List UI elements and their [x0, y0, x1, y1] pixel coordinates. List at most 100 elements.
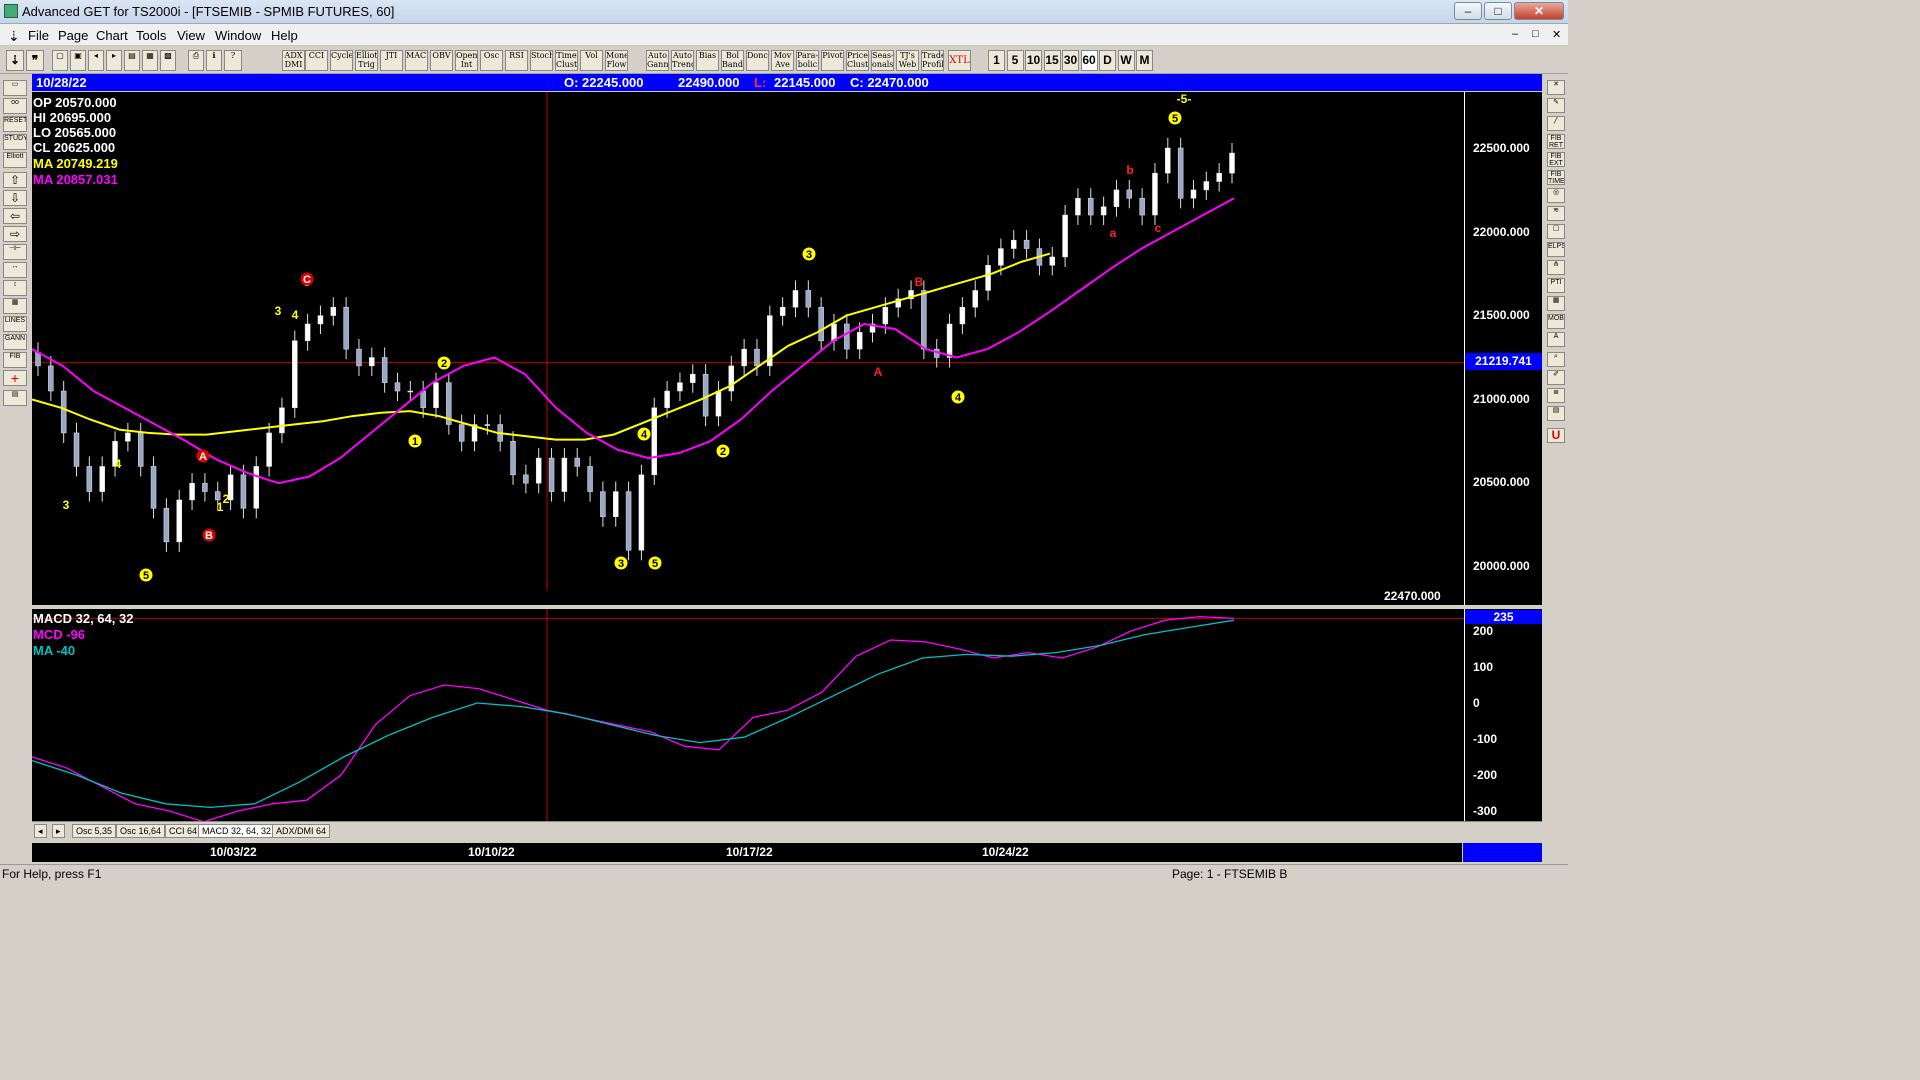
price-chart-canvas[interactable]: 345AB12345C2134523AB4abc-5-5: [32, 92, 1464, 605]
study-button-seas-onals[interactable]: Seas- onals: [871, 50, 894, 71]
mdi-app-icon[interactable]: ⇣: [8, 28, 20, 45]
circle-icon[interactable]: ◎: [1547, 188, 1565, 203]
menu-page[interactable]: Page: [58, 28, 88, 43]
mdi-minimize-button[interactable]: –: [1512, 28, 1518, 40]
mob-button[interactable]: MOB: [1547, 314, 1565, 329]
expand-vertical-icon[interactable]: ↕: [3, 280, 27, 296]
tab-macd[interactable]: MACD 32, 64, 32: [198, 824, 276, 838]
fib-time-button[interactable]: FIB TIME: [1547, 170, 1565, 185]
study-button-tj-s-web[interactable]: TJ's Web: [896, 50, 919, 71]
notes-icon[interactable]: ▤: [1547, 406, 1565, 421]
pitchfork-icon[interactable]: ⋔: [1547, 260, 1565, 275]
list-icon[interactable]: ≣: [1547, 388, 1565, 403]
interval-button-m[interactable]: M: [1136, 50, 1153, 71]
study-button-price-clust[interactable]: Price Clust: [846, 50, 869, 71]
reset-button[interactable]: RESET: [3, 116, 27, 132]
print-icon[interactable]: ⎙: [188, 50, 204, 71]
compress-icon[interactable]: ⊣⊢: [3, 244, 27, 260]
study-button-bias[interactable]: Bias: [696, 50, 719, 71]
study-button-xtl[interactable]: XTL: [948, 50, 971, 71]
tab-osc-16-64[interactable]: Osc 16,64: [116, 824, 166, 838]
tab-scroll-left-icon[interactable]: ◂: [34, 824, 47, 838]
pencil-icon[interactable]: ✎: [1547, 98, 1565, 113]
new-page-icon[interactable]: ▢: [52, 50, 68, 71]
interval-button-1[interactable]: 1: [988, 50, 1005, 71]
fib-ext-button[interactable]: FIB EXT: [1547, 152, 1565, 167]
arrow-down-icon[interactable]: ⇩: [3, 190, 27, 206]
study-button-adx-dmi[interactable]: ADX DMI: [282, 50, 305, 71]
ellipse-icon[interactable]: ELPS: [1547, 242, 1565, 257]
grid-icon[interactable]: ▦: [142, 50, 158, 71]
scroll-left-icon[interactable]: ◂: [88, 50, 104, 71]
study-button-para-bolic[interactable]: Para- bolic: [796, 50, 819, 71]
study-button-macd[interactable]: MACD: [405, 50, 428, 71]
tab-cci-64[interactable]: CCI 64: [165, 824, 202, 838]
arrow-up-icon[interactable]: ⇧: [3, 172, 27, 188]
study-button-vol[interactable]: Vol: [580, 50, 603, 71]
study-button-pivot[interactable]: Pivot: [821, 50, 844, 71]
menu-chart[interactable]: Chart: [96, 28, 128, 43]
fib-button[interactable]: FIB: [3, 352, 27, 368]
study-button[interactable]: STUDY: [3, 134, 27, 150]
interval-button-60[interactable]: 60: [1080, 50, 1098, 71]
study-button-trade-profile[interactable]: Trade Profile: [921, 50, 944, 71]
pti-button[interactable]: PTI: [1547, 278, 1565, 293]
study-button-obv[interactable]: OBV: [430, 50, 453, 71]
properties-icon[interactable]: ▤: [3, 390, 27, 406]
menu-file[interactable]: File: [28, 28, 49, 43]
context-help-icon[interactable]: ?: [224, 50, 242, 71]
study-button-elliott-trig[interactable]: Elliott Trig: [355, 50, 378, 71]
interval-button-10[interactable]: 10: [1025, 50, 1042, 71]
menu-help[interactable]: Help: [271, 28, 298, 43]
interval-button-w[interactable]: W: [1117, 50, 1135, 71]
undo-icon[interactable]: U: [1547, 428, 1565, 443]
minimize-button[interactable]: –: [1454, 2, 1482, 20]
menu-window[interactable]: Window: [215, 28, 261, 43]
pointer-tool-icon[interactable]: ⇣: [6, 50, 24, 71]
interval-button-15[interactable]: 15: [1043, 50, 1061, 71]
info-icon[interactable]: ℹ: [206, 50, 222, 71]
expand-horizontal-icon[interactable]: ↔: [3, 262, 27, 278]
close-button[interactable]: ✕: [1514, 2, 1564, 20]
study-button-auto-trend[interactable]: Auto Trend: [671, 50, 694, 71]
study-button-rsi[interactable]: RSI: [505, 50, 528, 71]
expand-icon[interactable]: ▤: [124, 50, 140, 71]
grid-small-icon[interactable]: ▦: [1547, 296, 1565, 311]
box-icon[interactable]: ▢: [1547, 224, 1565, 239]
interval-button-5[interactable]: 5: [1006, 50, 1024, 71]
zoom-icon[interactable]: ▩: [160, 50, 176, 71]
magnify-icon[interactable]: ⌕: [1547, 352, 1565, 367]
tab-adx-dmi[interactable]: ADX/DMI 64: [272, 824, 331, 838]
study-button-donch[interactable]: Donch: [746, 50, 769, 71]
menu-view[interactable]: View: [177, 28, 205, 43]
text-tool-icon[interactable]: A: [1547, 332, 1565, 347]
open-folder-icon[interactable]: ▭: [3, 80, 27, 96]
quote-tool-icon[interactable]: ❞: [26, 50, 44, 71]
study-button-jti[interactable]: JTI: [380, 50, 403, 71]
fib-ret-button[interactable]: FIB RET: [1547, 134, 1565, 149]
study-button-stoch[interactable]: Stoch: [530, 50, 553, 71]
mdi-close-button[interactable]: ✕: [1552, 28, 1561, 41]
copy-icon[interactable]: ▣: [70, 50, 86, 71]
tab-scroll-right-icon[interactable]: ▸: [52, 824, 65, 838]
menu-tools[interactable]: Tools: [136, 28, 166, 43]
price-chart[interactable]: 345AB12345C2134523AB4abc-5-5 OP 20570.00…: [32, 92, 1464, 605]
interval-button-d[interactable]: D: [1099, 50, 1116, 71]
study-button-osc[interactable]: Osc: [480, 50, 503, 71]
gann-button[interactable]: GANN: [3, 334, 27, 350]
mdi-restore-button[interactable]: □: [1532, 28, 1539, 40]
delete-line-icon[interactable]: ✕: [1547, 80, 1565, 95]
study-button-time-clust[interactable]: Time Clust: [555, 50, 578, 71]
study-button-money-flow[interactable]: Money Flow: [605, 50, 628, 71]
lines-button[interactable]: LINES: [3, 316, 27, 332]
trendline-icon[interactable]: ╱: [1547, 116, 1565, 131]
arrow-right-icon[interactable]: ⇨: [3, 226, 27, 242]
study-button-cci[interactable]: CCI: [305, 50, 328, 71]
fan-icon[interactable]: ≋: [1547, 206, 1565, 221]
study-button-open-int[interactable]: Open Int: [455, 50, 478, 71]
crosshair-icon[interactable]: +: [3, 370, 27, 386]
scroll-right-icon[interactable]: ▸: [106, 50, 122, 71]
grid-toggle-icon[interactable]: ▦: [3, 298, 27, 314]
arrow-left-icon[interactable]: ⇦: [3, 208, 27, 224]
glasses-icon[interactable]: oo: [3, 98, 27, 114]
